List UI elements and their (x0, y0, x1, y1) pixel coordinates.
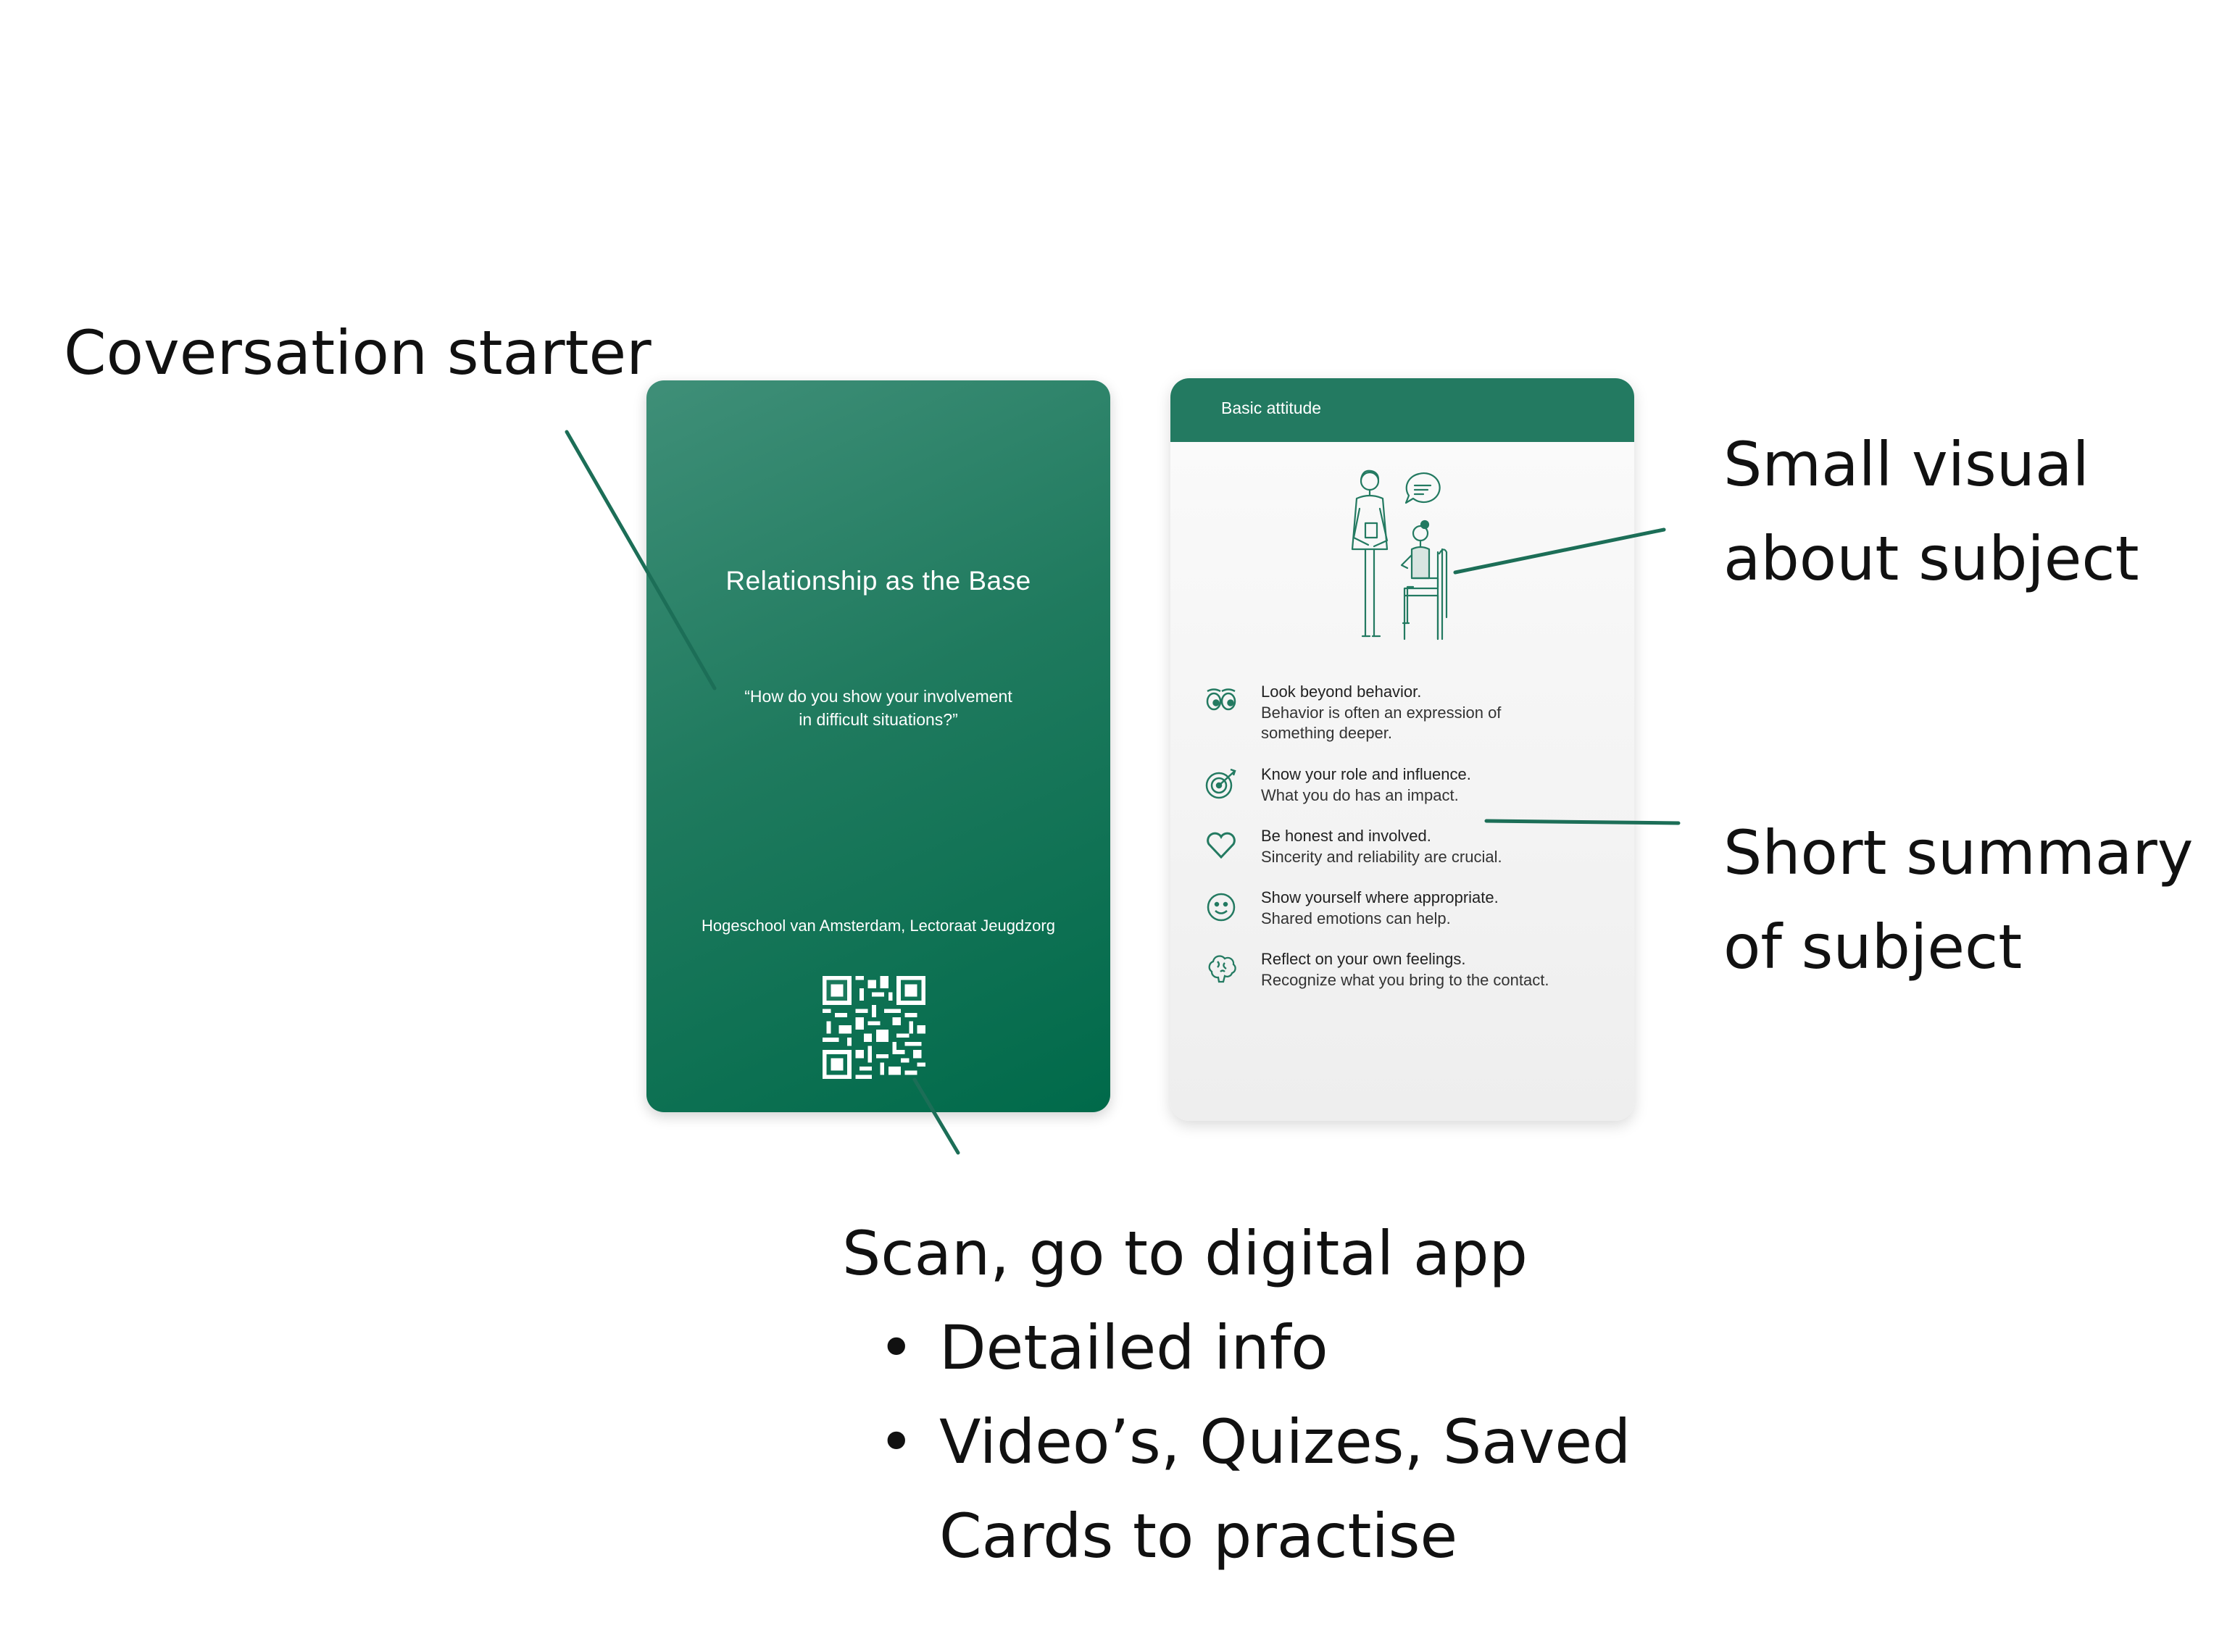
summary-title: Know your role and influence. (1261, 765, 1471, 783)
summary-item: Know your role and influence. What you d… (1203, 765, 1609, 823)
summary-description: Sincerity and reliability are crucial. (1261, 848, 1502, 866)
annotation-scan-bullet-text: Video’s, Quizes, Saved (939, 1406, 1631, 1477)
smiley-icon (1207, 893, 1236, 922)
eyes-icon (1206, 688, 1236, 711)
annotation-scan-bullet: • Detailed info (842, 1301, 1631, 1395)
annotation-scan-title: Scan, go to digital app (842, 1218, 1528, 1289)
annotation-short-summary-line1: Short summary (1723, 817, 2194, 888)
caregiver-and-child-illustration (1351, 470, 1448, 641)
annotation-small-visual: Small visual about subject (1723, 417, 2139, 606)
summary-description: Behavior is often an expression of somet… (1261, 704, 1502, 742)
summary-description: Recognize what you bring to the contact. (1261, 971, 1549, 989)
back-card-header: Basic attitude (1170, 378, 1634, 442)
annotation-scan-continuation: Cards to practise (939, 1501, 1458, 1572)
annotation-conversation-starter: Coversation starter (64, 317, 652, 388)
back-card-header-label: Basic attitude (1221, 399, 1322, 417)
front-card-quote-line1: “How do you show your involvement (744, 687, 1012, 706)
front-card: Relationship as the Base “How do you sho… (646, 380, 1110, 1112)
summary-item: Be honest and involved. Sincerity and re… (1203, 827, 1609, 885)
annotation-short-summary: Short summary of subject (1723, 806, 2194, 994)
summary-description: What you do has an impact. (1261, 786, 1459, 804)
annotation-scan-bullet-text: Detailed info (939, 1312, 1328, 1383)
bullet-marker: • (878, 1406, 915, 1477)
qr-code-icon[interactable] (823, 976, 925, 1079)
front-card-quote-line2: in difficult situations?” (799, 710, 958, 729)
summary-title: Look beyond behavior. (1261, 683, 1422, 701)
front-card-title: Relationship as the Base (725, 566, 1031, 596)
bullet-marker: • (878, 1312, 915, 1383)
summary-item: Reflect on your own feelings. Recognize … (1203, 950, 1609, 1008)
brain-icon (1208, 955, 1236, 983)
annotation-scan-bullet: • Video’s, Quizes, Saved (842, 1395, 1631, 1489)
heart-icon (1207, 832, 1236, 859)
summary-title: Show yourself where appropriate. (1261, 888, 1499, 906)
annotation-scan: Scan, go to digital app • Detailed info … (842, 1206, 1631, 1583)
summary-item: Look beyond behavior. Behavior is often … (1203, 683, 1609, 742)
annotation-short-summary-line2: of subject (1723, 911, 2023, 983)
annotation-small-visual-line2: about subject (1723, 523, 2139, 594)
summary-description: Shared emotions can help. (1261, 909, 1451, 927)
target-icon (1205, 768, 1236, 799)
summary-title: Be honest and involved. (1261, 827, 1431, 845)
annotation-small-visual-line1: Small visual (1723, 429, 2089, 500)
front-card-quote: “How do you show your involvement in dif… (719, 685, 1038, 731)
summary-title: Reflect on your own feelings. (1261, 950, 1466, 968)
back-card: Basic attitude Look beyond behavior. Beh… (1170, 378, 1634, 1121)
front-card-footer: Hogeschool van Amsterdam, Lectoraat Jeug… (702, 917, 1055, 935)
summary-item: Show yourself where appropriate. Shared … (1203, 888, 1609, 946)
